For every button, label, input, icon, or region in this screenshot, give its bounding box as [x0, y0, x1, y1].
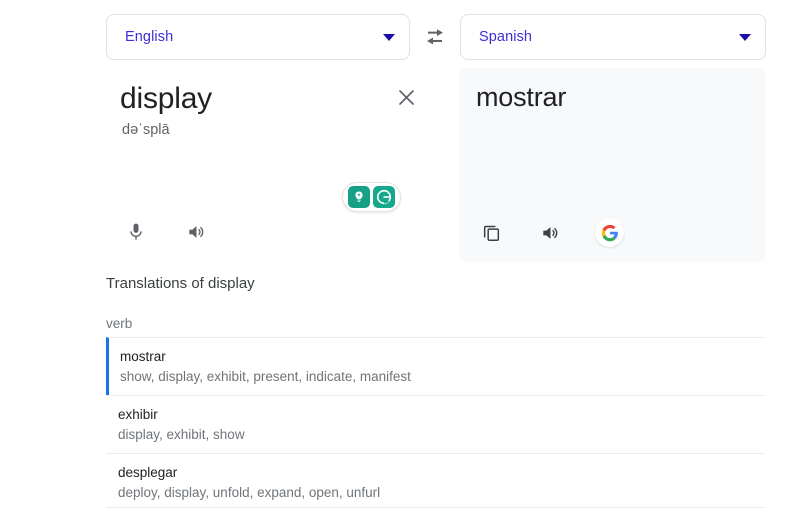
translation-synonyms: show, display, exhibit, present, indicat… — [120, 369, 411, 384]
result-actions — [477, 218, 624, 247]
clear-text-button[interactable] — [392, 83, 420, 111]
translation-word: exhibir — [118, 407, 158, 422]
translation-word: desplegar — [118, 465, 178, 480]
source-phonetic: dəˈsplā — [122, 122, 170, 138]
source-actions — [122, 218, 210, 246]
chevron-down-icon — [739, 33, 751, 41]
target-language-dropdown[interactable]: Spanish — [460, 14, 766, 60]
google-search-button[interactable] — [595, 218, 624, 247]
speaker-icon — [543, 226, 558, 239]
translations-list: mostrar show, display, exhibit, present,… — [106, 337, 765, 511]
translated-word: mostrar — [476, 82, 567, 112]
microphone-icon — [130, 223, 142, 240]
translation-result-panel: mostrar — [459, 68, 766, 262]
translation-synonyms: deploy, display, unfold, expand, open, u… — [118, 485, 381, 500]
close-icon — [398, 89, 414, 105]
speaker-icon — [189, 226, 204, 238]
swap-horizontal-icon — [427, 29, 443, 45]
translation-word: mostrar — [120, 349, 166, 364]
source-language-dropdown[interactable]: English — [106, 14, 410, 60]
translation-synonyms: display, exhibit, show — [118, 427, 245, 442]
source-word[interactable]: display — [120, 82, 212, 116]
translation-row[interactable]: desplegar deploy, display, unfold, expan… — [106, 453, 765, 511]
source-language-label: English — [125, 29, 174, 45]
copy-button[interactable] — [477, 219, 505, 247]
translations-heading: Translations of display — [106, 275, 255, 292]
microphone-button[interactable] — [122, 218, 150, 246]
list-bottom-divider — [106, 507, 765, 508]
grammarly-logo-icon — [373, 186, 395, 208]
target-language-label: Spanish — [479, 29, 533, 45]
google-logo-icon — [601, 224, 618, 241]
swap-languages-button[interactable] — [420, 23, 450, 51]
chevron-down-icon — [383, 33, 395, 41]
lightbulb-icon — [348, 186, 370, 208]
part-of-speech-label: verb — [106, 316, 133, 331]
translate-widget: English Spanish display dəˈsplā mostrar … — [0, 0, 800, 513]
source-text-panel: display dəˈsplā — [106, 70, 426, 262]
translation-row[interactable]: mostrar show, display, exhibit, present,… — [106, 337, 765, 395]
copy-icon — [483, 225, 499, 241]
translation-row[interactable]: exhibir display, exhibit, show — [106, 395, 765, 453]
grammarly-badge[interactable] — [342, 182, 401, 212]
listen-source-button[interactable] — [182, 218, 210, 246]
listen-translation-button[interactable] — [536, 219, 564, 247]
